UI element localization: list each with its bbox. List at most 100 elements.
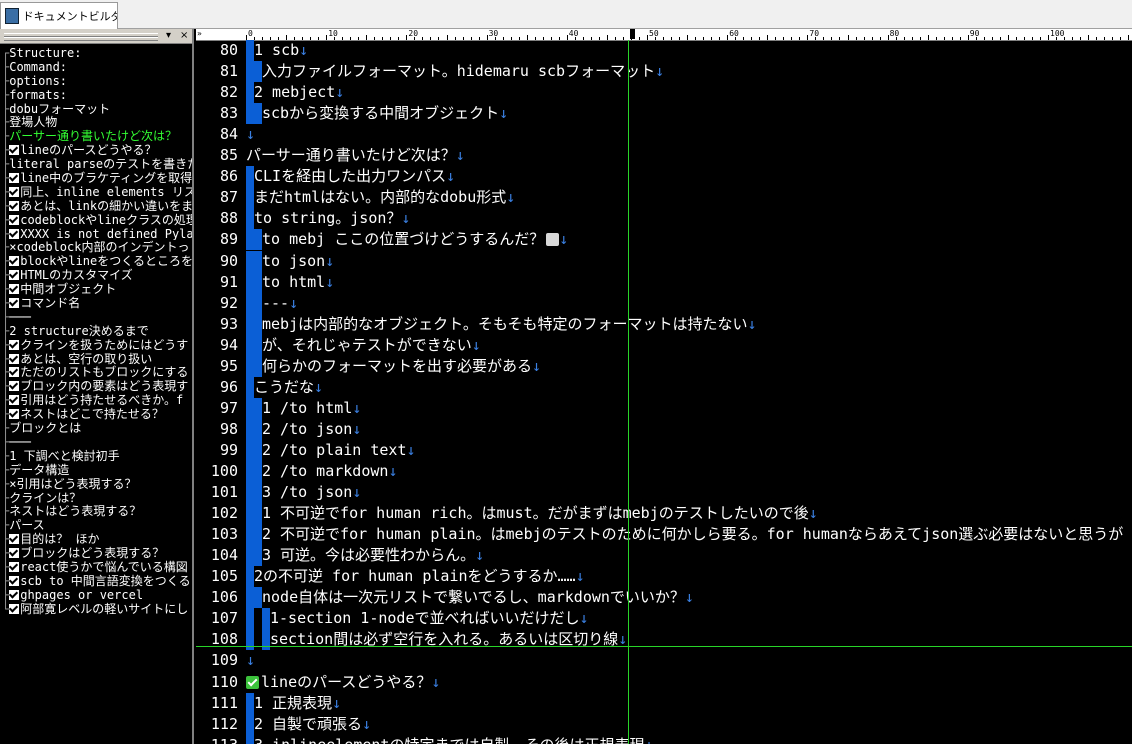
indent-bar (246, 61, 262, 83)
editor-line[interactable]: 83 scbから変換する中間オブジェクト↓ (196, 103, 1132, 125)
editor-line[interactable]: 86 CLIを経由した出力ワンパス↓ (196, 166, 1132, 188)
return-mark: ↓ (362, 714, 372, 733)
outline-item[interactable]: ├パース (2, 518, 192, 532)
editor-line[interactable]: 112 2 自製で頑張る↓ (196, 713, 1132, 735)
checkmark-icon (9, 284, 20, 295)
outline-item[interactable]: ├×引用はどう表現する？ (2, 477, 192, 491)
outline-item[interactable]: ├ 同上、inline elements リス (2, 185, 192, 199)
panel-menu-button[interactable]: ▾ (166, 29, 171, 43)
outline-item[interactable]: ├ コマンド名 (2, 296, 192, 310)
outline-item[interactable]: ├ ネストはどこで持たせる？ (2, 407, 192, 421)
editor-line[interactable]: 104 3 可逆。今は必要性わからん。↓ (196, 545, 1132, 567)
outline-item[interactable]: ├パーサー通り書いたけど次は？ (2, 129, 192, 143)
editor-line[interactable]: 94 が、それじゃテストができない↓ (196, 334, 1132, 356)
editor-line[interactable]: 90 to json↓ (196, 250, 1132, 272)
outline-item[interactable]: ├ ブロック内の要素はどう表現す (2, 379, 192, 393)
outline-item[interactable]: ├ 引用はどう持たせるべきか。f (2, 393, 192, 407)
outline-item[interactable]: ├ 目的は？ ほか (2, 532, 192, 546)
editor-line[interactable]: 82 2 mebject↓ (196, 82, 1132, 104)
return-mark: ↓ (579, 609, 589, 628)
editor-line[interactable]: 109 ↓ (196, 650, 1132, 671)
editor-line[interactable]: 96 こうだな↓ (196, 376, 1132, 398)
outline-item[interactable]: ├ line中のブラケティングを取得 (2, 171, 192, 185)
outline-item[interactable]: ├2 structure決めるまで (2, 324, 192, 338)
outline-item[interactable]: ├ scb to 中間言語変換をつくる (2, 574, 192, 588)
line-text: 1 scb↓ (254, 40, 308, 61)
editor-pane[interactable]: » 0 10 20 30 40 50 60 70 80 90 100 80 1 scb↓ 81 入力ファイ… (196, 29, 1132, 744)
indent-bar (246, 439, 262, 461)
line-text: 2 /to markdown↓ (262, 461, 397, 482)
outline-item[interactable]: └ 阿部寛レベルの軽いサイトにし (2, 602, 192, 616)
panel-grip[interactable] (4, 37, 158, 41)
editor-line[interactable]: 97 1 /to html↓ (196, 397, 1132, 419)
outline-item[interactable]: ├ lineのパースどうやる？ (2, 143, 192, 157)
return-mark: ↓ (314, 377, 324, 396)
editor-line[interactable]: 108 section間は必ず空行を入れる。あるいは区切り線↓ (196, 629, 1132, 651)
outline-item[interactable]: ├ ブロックはどう表現する？ (2, 546, 192, 560)
outline-item[interactable]: ┌Structure: (2, 46, 192, 60)
editor-line[interactable]: 92 ---↓ (196, 292, 1132, 314)
outline-item[interactable]: ├クラインは？ (2, 491, 192, 505)
line-text: ↓ (246, 124, 255, 145)
outline-item[interactable]: ├formats: (2, 88, 192, 102)
outline-item[interactable]: ├ クラインを扱うためにはどうす (2, 338, 192, 352)
editor-line[interactable]: 95 何らかのフォーマットを出す必要がある↓ (196, 355, 1132, 377)
tree-connector: ├ (2, 379, 10, 394)
outline-item[interactable]: ├─── (2, 435, 192, 449)
editor-line[interactable]: 99 2 /to plain text↓ (196, 439, 1132, 461)
editor-line[interactable]: 98 2 /to json↓ (196, 418, 1132, 440)
editor-line[interactable]: 106 node自体は一次元リストで繋いでるし、markdownでいいか？↓ (196, 587, 1132, 609)
return-mark: ↓ (446, 167, 456, 186)
document-tab-label: ドキュメントビルダー. (22, 10, 117, 23)
editor-line[interactable]: 89 to mebj ここの位置づけどうするんだ？ ↓ (196, 229, 1132, 251)
line-content: 2 不可逆でfor human plain。はmebjのテストのために何かしら要… (262, 525, 1124, 544)
outline-item[interactable]: ├ 中間オブジェクト (2, 282, 192, 296)
editor-line[interactable]: 88 to string。json？↓ (196, 208, 1132, 230)
editor-line[interactable]: 111 1 正規表現↓ (196, 692, 1132, 714)
outline-item[interactable]: ├ブロックとは (2, 421, 192, 435)
editor-line[interactable]: 102 1 不可逆でfor human rich。はmust。だがまずはmebjの… (196, 503, 1132, 525)
outline-item[interactable]: ├データ構造 (2, 463, 192, 477)
editor-line[interactable]: 84 ↓ (196, 124, 1132, 145)
outline-item[interactable]: ├ HTMLのカスタマイズ (2, 268, 192, 282)
editor-line[interactable]: 91 to html↓ (196, 271, 1132, 293)
outline-item[interactable]: ├ react使うかで悩んでいる構図 (2, 560, 192, 574)
outline-item[interactable]: ├dobuフォーマット (2, 102, 192, 116)
editor-line[interactable]: 100 2 /to markdown↓ (196, 461, 1132, 482)
outline-item[interactable]: ├1 下調べと検討初手 (2, 449, 192, 463)
outline-item[interactable]: ├XXXX is not defined Pylance (2, 227, 192, 241)
checkmark-icon (9, 186, 20, 197)
document-tab[interactable]: ドキュメントビルダー. (0, 2, 118, 29)
outline-item[interactable]: ├literal parseのテストを書きた (2, 157, 192, 171)
panel-close-button[interactable]: × (180, 29, 188, 43)
editor-line[interactable]: 107 1-section 1-nodeで並べればいいだけだし↓ (196, 608, 1132, 630)
editor-line[interactable]: 105 2の不可逆 for human plainをどうするか……↓ (196, 566, 1132, 588)
outline-item[interactable]: ├ ghpages or vercel (2, 588, 192, 602)
editor-line[interactable]: 113 3 inlineelementの特定までは自製、その後は正規表現↓ (196, 734, 1132, 744)
outline-item-label: ×codeblock内部のインデントっ (9, 240, 190, 255)
outline-item[interactable]: ├ codeblockやlineクラスの処理 (2, 213, 192, 227)
editor-line[interactable]: 103 2 不可逆でfor human plain。はmebjのテストのために何か… (196, 524, 1132, 546)
outline-item[interactable]: ├Command: (2, 60, 192, 74)
outline-item-label: ghpages or vercel (20, 587, 144, 602)
outline-item[interactable]: ├ネストはどう表現する？ (2, 504, 192, 518)
outline-item[interactable]: ├ blockやlineをつくるところを (2, 254, 192, 268)
outline-item[interactable]: ├options: (2, 74, 192, 88)
outline-item[interactable]: ├ ただのリストもブロックにする (2, 365, 192, 379)
outline-item[interactable]: ├登場人物 (2, 115, 192, 129)
editor-line[interactable]: 87 まだhtmlはない。内部的なdobu形式↓ (196, 187, 1132, 209)
editor-line[interactable]: 93 mebjは内部的なオブジェクト。そもそも特定のフォーマットは持たない↓ (196, 313, 1132, 335)
outline-item[interactable]: ├ あとは、linkの細かい違いをま (2, 199, 192, 213)
editor-line[interactable]: 101 3 /to json↓ (196, 482, 1132, 504)
editor-line[interactable]: 80 1 scb↓ (196, 40, 1132, 61)
outline-item-label: ×引用はどう表現する？ (9, 476, 137, 491)
line-content: 2の不可逆 for human plainをどうするか…… (254, 567, 576, 586)
outline-item[interactable]: ├ あとは、空行の取り扱い (2, 352, 192, 366)
editor-line[interactable]: 81 入力ファイルフォーマット。hidemaru scbフォーマット↓ (196, 61, 1132, 83)
line-text: mebjは内部的なオブジェクト。そもそも特定のフォーマットは持たない↓ (262, 314, 757, 335)
outline-item-label: ブロックはどう表現する？ (20, 546, 165, 560)
outline-item[interactable]: ├─── (2, 310, 192, 324)
editor-line[interactable]: 110 lineのパースどうやる？↓ (196, 672, 1132, 693)
editor-line[interactable]: 85 パーサー通り書いたけど次は？↓ (196, 145, 1132, 166)
outline-item[interactable]: ├×codeblock内部のインデントっ (2, 240, 192, 254)
